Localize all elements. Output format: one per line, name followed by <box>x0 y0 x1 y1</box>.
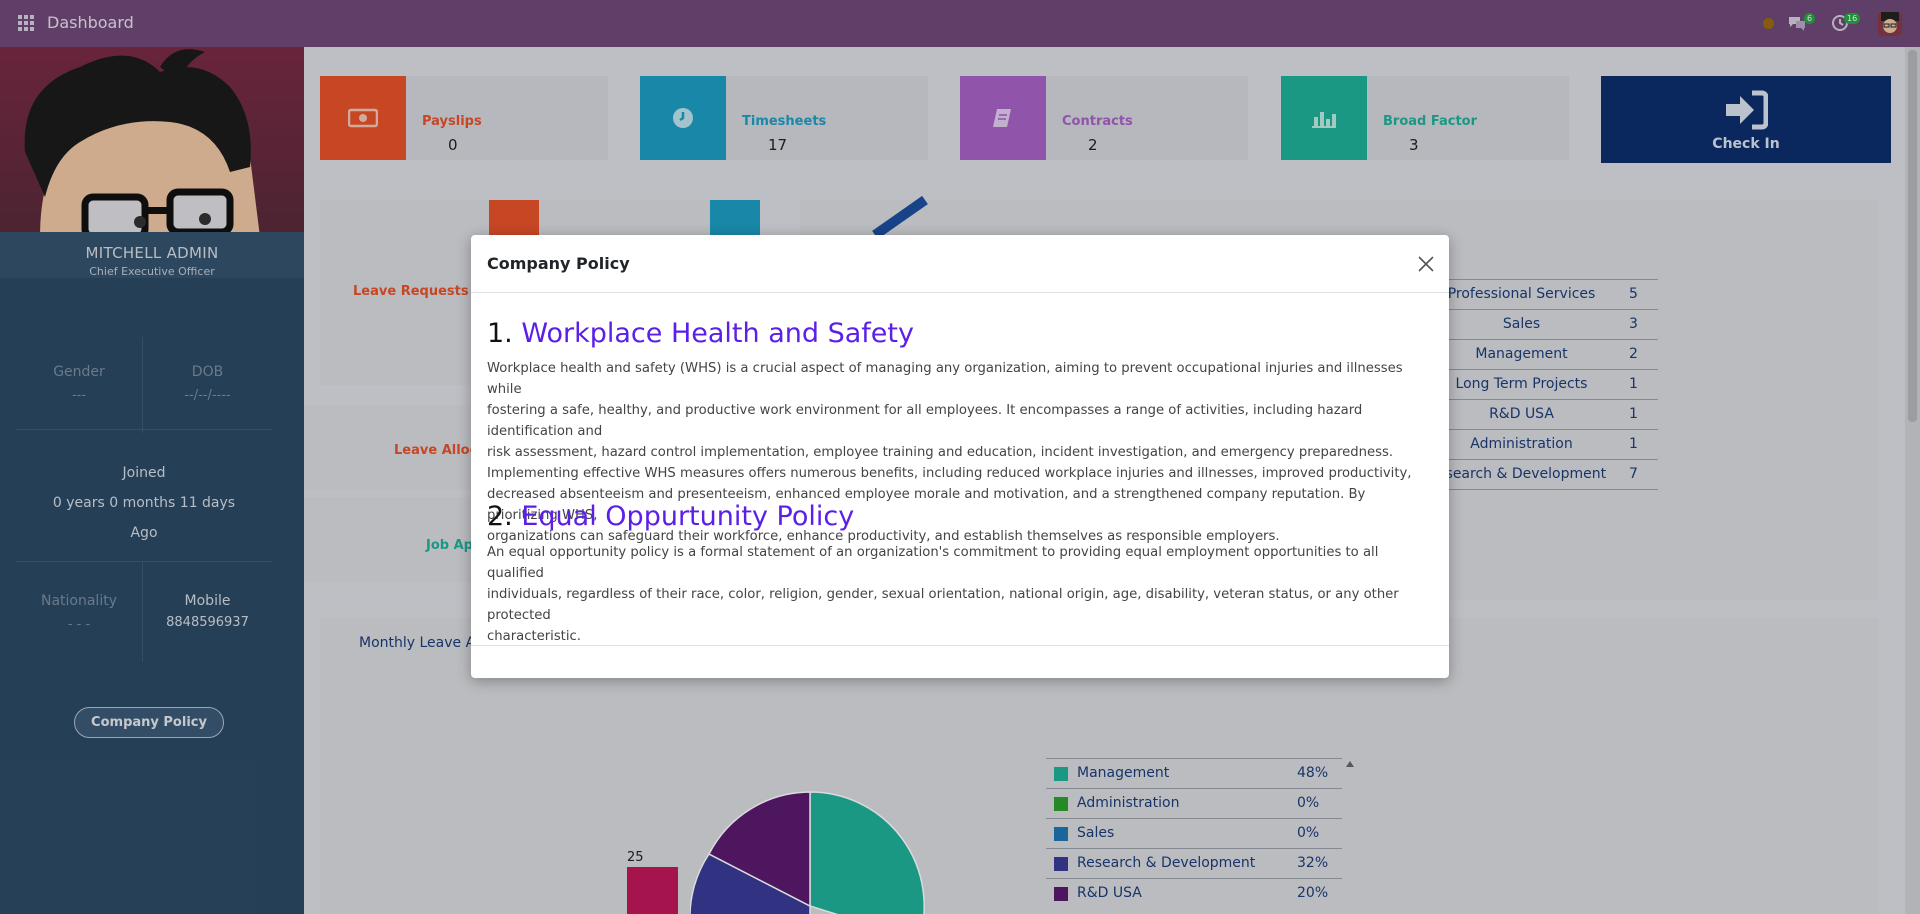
modal-title: Company Policy <box>487 254 630 273</box>
policy-number: 1. <box>487 318 513 349</box>
policy-title: Equal Oppurtunity Policy <box>521 501 855 532</box>
policy-heading-2: 2. Equal Oppurtunity Policy <box>487 501 854 532</box>
policy-number: 2. <box>487 501 513 532</box>
policy-line: Workplace health and safety (WHS) is a c… <box>487 361 1403 397</box>
modal-header-divider <box>471 292 1449 293</box>
policy-line: Implementing effective WHS measures offe… <box>487 466 1412 481</box>
policy-text-2: An equal opportunity policy is a formal … <box>487 542 1435 647</box>
policy-line: fostering a safe, healthy, and productiv… <box>487 403 1363 439</box>
policy-title: Workplace Health and Safety <box>521 318 914 349</box>
policy-line: individuals, regardless of their race, c… <box>487 587 1399 623</box>
policy-line: characteristic. <box>487 629 581 644</box>
close-icon[interactable] <box>1417 255 1435 273</box>
modal-footer-divider <box>471 645 1449 646</box>
company-policy-modal: Company Policy 1. Workplace Health and S… <box>471 235 1449 678</box>
policy-line: An equal opportunity policy is a formal … <box>487 545 1379 581</box>
policy-line: risk assessment, hazard control implemen… <box>487 445 1394 460</box>
policy-heading-1: 1. Workplace Health and Safety <box>487 318 914 349</box>
